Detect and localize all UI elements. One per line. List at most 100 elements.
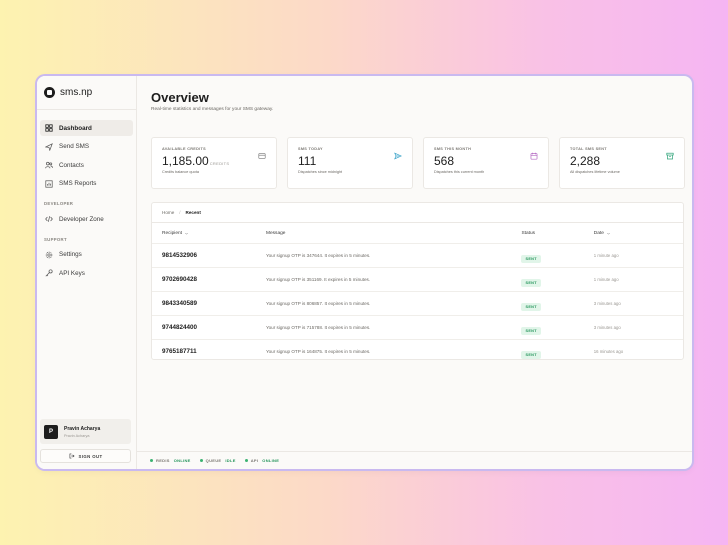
sidebar-item-send-sms[interactable]: Send SMS — [40, 139, 133, 155]
status-name: QUEUE — [205, 458, 222, 463]
table-row[interactable]: 9744824400 Your signup OTP is 715788. It… — [152, 315, 683, 339]
card-desc: All dispatches lifetime volume — [570, 170, 620, 174]
sidebar: sms.np Dashboard Send SMS Contacts SMS R… — [37, 76, 137, 469]
status-badge: SENT — [521, 350, 541, 359]
table-row[interactable]: 9843340589 Your signup OTP is 806857. It… — [152, 291, 683, 315]
card-desc: Dispatches this current month — [434, 170, 485, 174]
column-header-label: Date — [593, 230, 604, 236]
column-header-label: Recipient — [162, 230, 182, 236]
sidebar-item-dashboard[interactable]: Dashboard — [40, 120, 133, 136]
cell-recipient: 9814532906 — [162, 252, 198, 259]
avatar: P — [44, 424, 58, 439]
status-dot — [199, 459, 203, 462]
sidebar-item-sms-reports[interactable]: SMS Reports — [40, 176, 133, 192]
card-value-number: 1,185.00 — [162, 154, 209, 168]
sidebar-item-label: API Keys — [59, 269, 85, 277]
sidebar-item-settings[interactable]: Settings — [40, 247, 133, 263]
column-header-message: Message — [265, 230, 286, 236]
stat-card-credits: AVAILABLE CREDITS 1,185.00CREDITS Credit… — [151, 137, 277, 189]
column-header-date[interactable]: Date — [594, 231, 673, 236]
cell-recipient: 9843340589 — [162, 300, 198, 307]
gear-icon — [44, 250, 53, 259]
brand[interactable]: sms.np — [37, 76, 136, 110]
sidebar-nav: Dashboard Send SMS Contacts SMS Reports — [37, 110, 136, 281]
section-label-developer: DEVELOPER — [44, 201, 74, 206]
card-label: AVAILABLE CREDITS — [162, 147, 206, 151]
card-label: TOTAL SMS SENT — [570, 147, 607, 151]
status-queue: QUEUE IDLE — [199, 458, 236, 463]
sidebar-item-label: Developer Zone — [59, 215, 104, 223]
status-redis: REDIS ONLINE — [150, 458, 191, 463]
stat-cards: AVAILABLE CREDITS 1,185.00CREDITS Credit… — [151, 137, 685, 189]
column-header-recipient[interactable]: Recipient — [162, 231, 266, 236]
stat-card-total-sent: TOTAL SMS SENT 2,288 All dispatches life… — [559, 137, 685, 189]
cell-date: 3 minutes ago — [593, 301, 621, 306]
user-handle: Pravin Acharya — [64, 433, 90, 438]
card-label: SMS TODAY — [298, 147, 323, 151]
status-bar: REDIS ONLINE QUEUE IDLE API ONLINE — [137, 451, 692, 469]
logo-icon — [44, 87, 55, 98]
sidebar-item-label: Send SMS — [59, 143, 90, 150]
column-header-status: Status — [521, 230, 536, 236]
card-value: 2,288 — [570, 154, 601, 168]
user-name: Pravin Acharya — [64, 425, 101, 432]
cell-recipient: 9702690428 — [162, 276, 198, 283]
chevron-down-icon — [185, 232, 188, 235]
breadcrumb-current: Recent — [185, 210, 201, 215]
cell-recipient: 9744824400 — [162, 324, 198, 331]
send-icon — [44, 142, 53, 151]
card-value: 568 — [434, 154, 455, 168]
status-dot — [244, 459, 248, 462]
logout-icon — [69, 453, 75, 459]
table-row[interactable]: 9702690428 Your signup OTP is 351169. It… — [152, 267, 683, 291]
sidebar-item-contacts[interactable]: Contacts — [40, 157, 133, 173]
cell-message: Your signup OTP is 347644. It expires in… — [265, 253, 371, 258]
recent-messages-panel: Home / Recent Recipient Message Status D… — [151, 202, 684, 360]
card-value: 111 — [298, 154, 317, 168]
status-name: API — [250, 458, 259, 463]
table-header: Recipient Message Status Date — [152, 223, 683, 243]
card-value: 1,185.00CREDITS — [162, 154, 266, 168]
section-label-support: SUPPORT — [44, 236, 67, 242]
breadcrumb: Home / Recent — [152, 203, 683, 223]
page-title: Overview — [151, 90, 209, 105]
chart-icon — [44, 179, 53, 188]
status-value: IDLE — [225, 458, 236, 463]
cell-date: 1 minute ago — [593, 253, 619, 258]
status-value: ONLINE — [173, 458, 191, 463]
user-card[interactable]: P Pravin Acharya Pravin Acharya — [40, 419, 131, 444]
card-desc: Dispatches since midnight — [298, 170, 343, 174]
status-badge: SENT — [521, 254, 541, 263]
sidebar-item-developer-zone[interactable]: Developer Zone — [40, 211, 133, 227]
sign-out-button[interactable]: SIGN OUT — [40, 449, 131, 463]
status-api: API ONLINE — [244, 458, 280, 463]
brand-name: sms.np — [60, 87, 93, 98]
stat-card-sms-month: SMS THIS MONTH 568 Dispatches this curre… — [423, 137, 549, 189]
send-icon — [394, 147, 403, 160]
sidebar-item-label: Dashboard — [59, 124, 92, 132]
archive-icon — [666, 147, 674, 160]
status-badge: SENT — [521, 278, 541, 287]
card-unit: CREDITS — [209, 161, 230, 166]
sidebar-item-api-keys[interactable]: API Keys — [40, 265, 133, 281]
cell-date: 1 minute ago — [593, 277, 619, 282]
table-row[interactable]: 9765187711 Your signup OTP is 164875. It… — [152, 339, 683, 363]
app-window: sms.np Dashboard Send SMS Contacts SMS R… — [37, 76, 692, 469]
main-content: Overview Real-time statistics and messag… — [137, 76, 692, 469]
chevron-down-icon — [606, 232, 610, 235]
status-dot — [150, 459, 153, 462]
cell-recipient: 9765187711 — [162, 348, 197, 355]
sidebar-item-label: Settings — [59, 251, 82, 258]
breadcrumb-separator: / — [179, 210, 181, 215]
sign-out-label: SIGN OUT — [78, 453, 103, 459]
breadcrumb-home[interactable]: Home — [162, 210, 174, 215]
status-value: ONLINE — [262, 458, 280, 463]
key-icon — [44, 269, 53, 278]
cell-date: 3 minutes ago — [593, 325, 621, 330]
cell-message: Your signup OTP is 806857. It expires in… — [265, 301, 371, 306]
calendar-icon — [530, 147, 538, 160]
stat-card-sms-today: SMS TODAY 111 Dispatches since midnight — [287, 137, 413, 189]
status-badge: SENT — [521, 302, 541, 311]
table-row[interactable]: 9814532906 Your signup OTP is 347644. It… — [152, 243, 683, 267]
sidebar-item-label: SMS Reports — [59, 180, 97, 187]
